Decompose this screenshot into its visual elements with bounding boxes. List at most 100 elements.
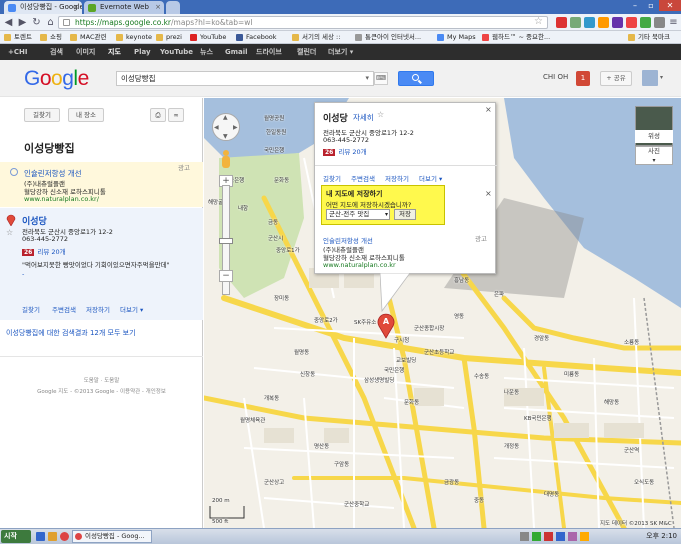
ie-icon[interactable]: [36, 532, 45, 541]
satellite-button[interactable]: 위성: [635, 130, 673, 143]
home-icon[interactable]: ⌂: [44, 16, 57, 29]
close-icon[interactable]: ×: [485, 189, 492, 198]
bookmark-item[interactable]: My Maps: [437, 32, 476, 43]
gbar-item[interactable]: 이미지: [76, 44, 95, 60]
bookmark-item[interactable]: 웹하드™ ~ 중요한...: [482, 32, 550, 43]
pan-right-icon[interactable]: ▶: [233, 124, 238, 131]
star-icon[interactable]: ☆: [6, 228, 13, 237]
search-input[interactable]: 이성당빵집 ▾: [116, 71, 374, 86]
result-item[interactable]: ☆ 이성당 전라북도 군산시 중앙로1가 12-2 063-445-2772 2…: [0, 208, 203, 320]
nearby-link[interactable]: 주변검색: [351, 173, 375, 183]
notification-badge[interactable]: 1: [576, 71, 590, 86]
tray-icon[interactable]: [556, 532, 565, 541]
reload-icon[interactable]: ↻: [30, 16, 43, 29]
extension-icon[interactable]: [584, 17, 595, 28]
pegman-icon[interactable]: [221, 150, 231, 172]
map-select[interactable]: 군산-전주 맛집 ▾: [326, 209, 390, 220]
bookmark-item[interactable]: prezi: [156, 32, 182, 43]
google-logo[interactable]: Google: [24, 67, 89, 91]
tab-evernote[interactable]: Evernote Web ×: [84, 1, 164, 14]
chevron-down-icon[interactable]: ▾: [365, 72, 369, 85]
tray-icon[interactable]: [568, 532, 577, 541]
reviews-link[interactable]: 리뷰 20개: [37, 248, 65, 256]
wrench-menu-icon[interactable]: ≡: [667, 16, 680, 29]
details-link[interactable]: 자세히: [353, 112, 374, 123]
extension-icon[interactable]: [570, 17, 581, 28]
tray-icon[interactable]: [580, 532, 589, 541]
directions-link[interactable]: 길찾기: [22, 304, 40, 314]
save-button[interactable]: 저장: [394, 209, 416, 220]
ad-url[interactable]: www.naturalplan.co.kr: [323, 261, 396, 269]
bookmark-item[interactable]: MAC관련: [70, 32, 106, 43]
save-link[interactable]: 저장하기: [86, 304, 110, 314]
gbar-item[interactable]: 뉴스: [200, 44, 213, 60]
gbar-item[interactable]: 검색: [50, 44, 63, 60]
directions-link[interactable]: 길찾기: [323, 173, 341, 183]
more-results-link[interactable]: 이성당빵집에 대한 검색결과 12개 모두 보기: [6, 328, 136, 338]
chrome-icon[interactable]: [60, 532, 69, 541]
tray-icon[interactable]: [532, 532, 541, 541]
close-window-icon[interactable]: ✕: [659, 0, 681, 11]
chevron-down-icon[interactable]: ▾: [660, 74, 663, 81]
close-tab-icon[interactable]: ×: [73, 1, 79, 14]
folder-icon[interactable]: [48, 532, 57, 541]
bookmark-item[interactable]: YouTube: [190, 32, 226, 43]
gbar-item-maps[interactable]: 지도: [108, 44, 121, 60]
gbar-item[interactable]: Play: [134, 44, 151, 60]
tray-icon[interactable]: [520, 532, 529, 541]
save-link[interactable]: 저장하기: [385, 173, 409, 183]
address-bar[interactable]: https://maps.google.co.kr/maps?hl=ko&tab…: [58, 16, 548, 29]
pan-left-icon[interactable]: ◀: [214, 124, 219, 131]
pan-down-icon[interactable]: ▼: [223, 133, 228, 140]
extension-icon[interactable]: [626, 17, 637, 28]
directions-button[interactable]: 길찾기: [24, 108, 60, 122]
ad-url[interactable]: www.naturalplan.co.kr/: [24, 195, 99, 203]
minimize-icon[interactable]: –: [627, 0, 643, 11]
tab-google-maps[interactable]: 이성당빵집 - Google 지도 ×: [4, 1, 82, 14]
new-tab-button[interactable]: [166, 1, 180, 14]
start-button[interactable]: 시작: [1, 530, 31, 543]
my-places-button[interactable]: 내 장소: [68, 108, 104, 122]
gbar-item[interactable]: 드라이브: [256, 44, 282, 60]
bookmark-item[interactable]: 기타 북마크: [628, 32, 670, 43]
link-icon[interactable]: ∞: [168, 108, 184, 122]
gbar-item[interactable]: YouTube: [160, 44, 193, 60]
search-button[interactable]: [398, 71, 434, 86]
bookmark-item[interactable]: 쇼핑: [40, 32, 62, 43]
more-link[interactable]: 더보기 ▾: [419, 173, 442, 183]
extension-icon[interactable]: [654, 17, 665, 28]
keyboard-icon[interactable]: ⌨: [374, 72, 388, 85]
print-icon[interactable]: ⎙: [150, 108, 166, 122]
close-tab-icon[interactable]: ×: [155, 1, 161, 14]
extension-icon[interactable]: [556, 17, 567, 28]
pan-up-icon[interactable]: ▲: [223, 114, 228, 121]
gbar-item[interactable]: +CHI: [8, 44, 27, 60]
zoom-out-button[interactable]: −: [219, 270, 233, 282]
close-icon[interactable]: ×: [485, 105, 492, 114]
gbar-more[interactable]: 더보기 ▾: [328, 44, 353, 60]
share-button[interactable]: + 공유: [600, 71, 632, 86]
gbar-item[interactable]: 캘린더: [297, 44, 316, 60]
back-icon[interactable]: ◀: [2, 16, 15, 29]
maximize-icon[interactable]: ▫: [643, 0, 659, 11]
more-link[interactable]: 더보기 ▾: [120, 304, 143, 314]
extension-icon[interactable]: [598, 17, 609, 28]
bookmark-item[interactable]: 통큰아이 인터넷서...: [355, 32, 421, 43]
photo-button[interactable]: 사진 ▾: [635, 146, 673, 165]
forward-icon[interactable]: ▶: [16, 16, 29, 29]
bookmark-item[interactable]: 서기의 세상 ::: [292, 32, 340, 43]
tray-icon[interactable]: [544, 532, 553, 541]
bookmark-item[interactable]: keynote: [116, 32, 152, 43]
pan-control[interactable]: ▲ ▼ ◀ ▶: [212, 113, 240, 141]
reviews-link[interactable]: 리뷰 20개: [338, 148, 366, 156]
extension-icon[interactable]: [612, 17, 623, 28]
star-icon[interactable]: ☆: [377, 110, 384, 119]
zoom-handle[interactable]: [219, 238, 233, 244]
extension-icon[interactable]: [640, 17, 651, 28]
nearby-link[interactable]: 주변검색: [52, 304, 76, 314]
bookmark-item[interactable]: Facebook: [236, 32, 277, 43]
bookmark-star-icon[interactable]: ☆: [534, 17, 543, 27]
taskbar-task-chrome[interactable]: 이성당빵집 - Goog...: [72, 530, 152, 543]
avatar[interactable]: [642, 70, 658, 86]
gbar-item[interactable]: Gmail: [225, 44, 248, 60]
